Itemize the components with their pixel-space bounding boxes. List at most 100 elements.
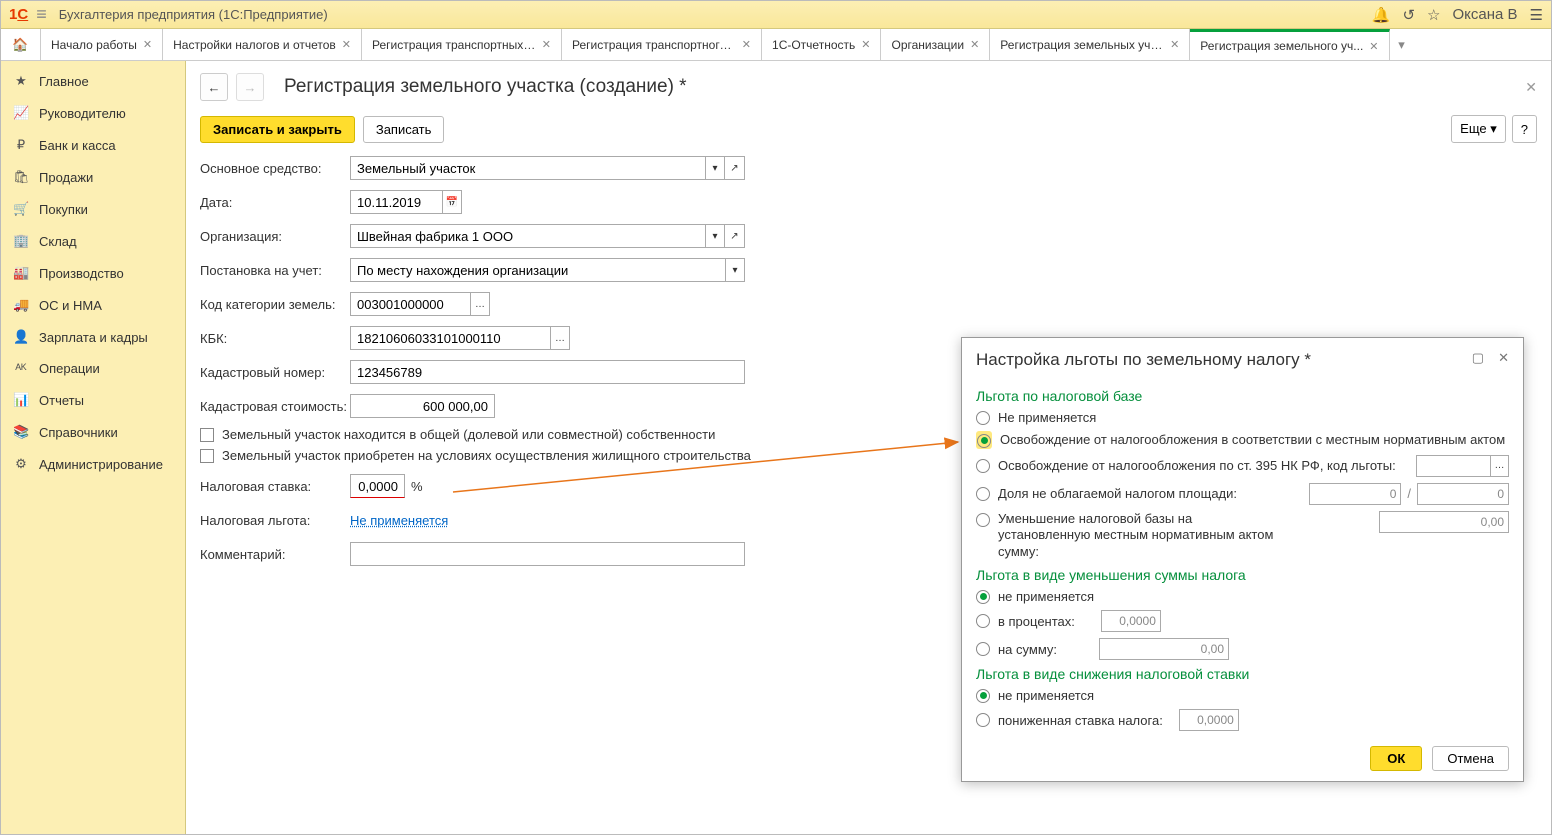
history-icon[interactable]: ↺ <box>1402 6 1415 24</box>
ruble-icon: ₽ <box>13 137 29 153</box>
close-icon[interactable]: ✕ <box>542 38 551 51</box>
open-icon[interactable]: ↗ <box>725 224 745 248</box>
s1-sum-input[interactable] <box>1379 511 1509 533</box>
sidebar-item-purchases[interactable]: 🛒Покупки <box>1 193 185 225</box>
tabs-dropdown[interactable]: ▾ <box>1390 29 1414 60</box>
nav-back-button[interactable]: ← <box>200 73 228 101</box>
tab-organizations[interactable]: Организации✕ <box>881 29 990 60</box>
s3-rate-input[interactable] <box>1179 709 1239 731</box>
close-icon[interactable]: ✕ <box>1369 40 1378 53</box>
ellipsis-icon[interactable]: … <box>470 292 490 316</box>
open-icon[interactable]: ↗ <box>725 156 745 180</box>
tab-start[interactable]: Начало работы✕ <box>41 29 163 60</box>
sidebar-item-admin[interactable]: ⚙Администрирование <box>1 448 185 480</box>
calendar-icon[interactable]: 📅 <box>442 190 462 214</box>
radio-s1-opt1[interactable] <box>976 411 990 425</box>
close-icon[interactable]: ✕ <box>861 38 870 51</box>
housing-checkbox[interactable] <box>200 449 214 463</box>
rate-input[interactable] <box>350 474 405 498</box>
sidebar-item-assets[interactable]: 🚚ОС и НМА <box>1 289 185 321</box>
close-icon[interactable]: ✕ <box>1170 38 1179 51</box>
star-icon[interactable]: ☆ <box>1427 6 1440 24</box>
tab-transport-reg[interactable]: Регистрация транспортного ...✕ <box>562 29 762 60</box>
sidebar-item-reports[interactable]: 📊Отчеты <box>1 384 185 416</box>
date-input[interactable] <box>350 190 442 214</box>
section-rate-reduce: Льгота в виде снижения налоговой ставки <box>976 666 1509 682</box>
person-icon: 👤 <box>13 329 29 345</box>
window-controls-icon[interactable]: ☰ <box>1530 6 1543 24</box>
cad-cost-input[interactable] <box>350 394 495 418</box>
cad-num-input[interactable] <box>350 360 745 384</box>
tab-1c-reporting[interactable]: 1С-Отчетность✕ <box>762 29 881 60</box>
sidebar-item-operations[interactable]: ᴬᴷОперации <box>1 353 185 384</box>
user-name[interactable]: Оксана В <box>1453 6 1518 23</box>
sidebar-item-main[interactable]: ★Главное <box>1 65 185 97</box>
s2-percent-input[interactable] <box>1101 610 1161 632</box>
save-close-button[interactable]: Записать и закрыть <box>200 116 355 143</box>
dropdown-icon[interactable]: ▾ <box>705 156 725 180</box>
radio-s2-opt1[interactable] <box>976 590 990 604</box>
radio-s3-opt2[interactable] <box>976 713 990 727</box>
org-input[interactable] <box>350 224 705 248</box>
bag-icon: 🛍 <box>13 169 29 185</box>
share-checkbox[interactable] <box>200 428 214 442</box>
s1-share-num-input[interactable] <box>1309 483 1401 505</box>
s2-sum-input[interactable] <box>1099 638 1229 660</box>
help-button[interactable]: ? <box>1512 115 1537 143</box>
label-cat: Код категории земель: <box>200 297 350 312</box>
sidebar-item-salary[interactable]: 👤Зарплата и кадры <box>1 321 185 353</box>
close-icon[interactable]: ✕ <box>342 38 351 51</box>
sidebar-item-sales[interactable]: 🛍Продажи <box>1 161 185 193</box>
dropdown-icon[interactable]: ▾ <box>705 224 725 248</box>
more-button[interactable]: Еще ▾ <box>1451 115 1506 143</box>
tab-transport-reg-list[interactable]: Регистрация транспортных ...✕ <box>362 29 562 60</box>
sidebar-item-catalogs[interactable]: 📚Справочники <box>1 416 185 448</box>
radio-s2-opt3[interactable] <box>976 642 990 656</box>
ellipsis-icon[interactable]: … <box>1491 455 1509 477</box>
cart-icon: 🛒 <box>13 201 29 217</box>
s1-code-input[interactable] <box>1416 455 1491 477</box>
benefit-link[interactable]: Не применяется <box>350 513 448 528</box>
radio-s1-opt3[interactable] <box>976 459 990 473</box>
tab-land-reg-list[interactable]: Регистрация земельных уча...✕ <box>990 29 1190 60</box>
tabs-bar: 🏠 Начало работы✕ Настройки налогов и отч… <box>1 29 1551 61</box>
asset-input[interactable] <box>350 156 705 180</box>
main-area: ← → Регистрация земельного участка (созд… <box>186 61 1551 834</box>
close-icon[interactable]: ✕ <box>143 38 152 51</box>
maximize-icon[interactable]: ▢ <box>1472 350 1484 366</box>
section-tax-base: Льгота по налоговой базе <box>976 388 1509 404</box>
cat-input[interactable] <box>350 292 470 316</box>
cancel-button[interactable]: Отмена <box>1432 746 1509 771</box>
save-button[interactable]: Записать <box>363 116 445 143</box>
home-button[interactable]: 🏠 <box>1 29 41 60</box>
close-icon[interactable]: ✕ <box>1498 350 1509 366</box>
close-icon[interactable]: ✕ <box>970 38 979 51</box>
sidebar-item-manager[interactable]: 📈Руководителю <box>1 97 185 129</box>
tab-tax-settings[interactable]: Настройки налогов и отчетов✕ <box>163 29 362 60</box>
close-icon[interactable]: ✕ <box>742 38 751 51</box>
label-kbk: КБК: <box>200 331 350 346</box>
sidebar-item-production[interactable]: 🏭Производство <box>1 257 185 289</box>
hamburger-icon[interactable]: ≡ <box>36 4 47 25</box>
comment-input[interactable] <box>350 542 745 566</box>
ellipsis-icon[interactable]: … <box>550 326 570 350</box>
tab-land-reg[interactable]: Регистрация земельного уч...✕ <box>1190 29 1389 60</box>
radio-s2-opt2[interactable] <box>976 614 990 628</box>
radio-s1-opt2[interactable] <box>977 434 991 448</box>
radio-s1-opt4[interactable] <box>976 487 990 501</box>
sidebar-item-bank[interactable]: ₽Банк и касса <box>1 129 185 161</box>
s1-share-den-input[interactable] <box>1417 483 1509 505</box>
radio-s1-opt5[interactable] <box>976 513 990 527</box>
sidebar-item-warehouse[interactable]: 🏢Склад <box>1 225 185 257</box>
titlebar: 1C ≡ Бухгалтерия предприятия (1С:Предпри… <box>1 1 1551 29</box>
bell-icon[interactable]: 🔔 <box>1372 6 1391 24</box>
radio-s3-opt1[interactable] <box>976 689 990 703</box>
ok-button[interactable]: ОК <box>1370 746 1422 771</box>
dropdown-icon[interactable]: ▾ <box>725 258 745 282</box>
reg-input[interactable] <box>350 258 725 282</box>
label-reg: Постановка на учет: <box>200 263 350 278</box>
kbk-input[interactable] <box>350 326 550 350</box>
nav-forward-button[interactable]: → <box>236 73 264 101</box>
logo-1c: 1C <box>9 6 28 23</box>
close-icon[interactable]: ✕ <box>1525 79 1537 96</box>
